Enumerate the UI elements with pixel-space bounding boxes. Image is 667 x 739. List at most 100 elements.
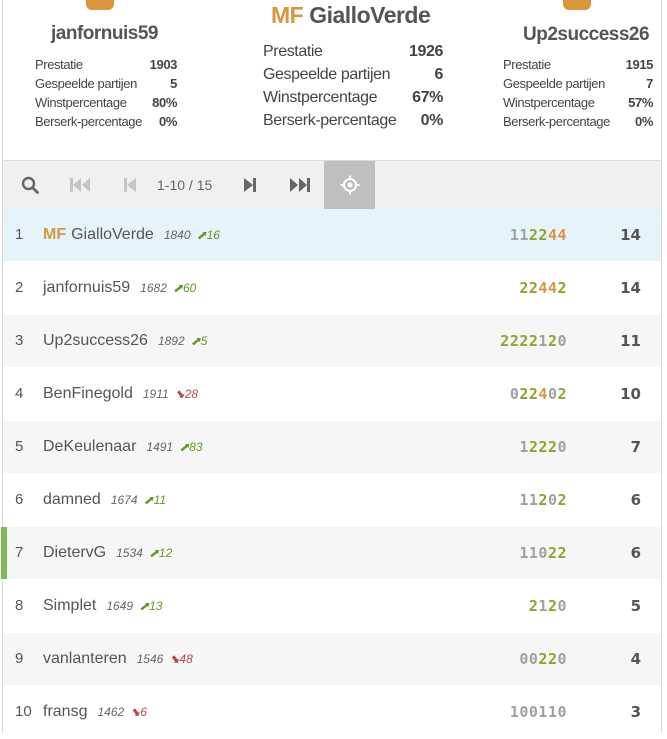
table-row[interactable]: 8 Simplet 1649 ⬈13 2120 5 [3, 580, 661, 633]
player-name[interactable]: DeKeulenaar [43, 438, 136, 455]
stat-label: Berserk-percentage [263, 112, 397, 129]
game-score[interactable]: 2 [538, 438, 548, 456]
table-row[interactable]: 7 DietervG 1534 ⬈12 11022 6 [1, 527, 661, 580]
game-score[interactable]: 1 [510, 226, 520, 244]
game-score[interactable]: 0 [510, 385, 520, 403]
game-score[interactable]: 1 [510, 703, 520, 721]
game-score[interactable]: 0 [519, 703, 529, 721]
game-score[interactable]: 2 [510, 332, 520, 350]
first-page-button[interactable] [63, 161, 97, 209]
game-score[interactable]: 2 [529, 279, 539, 297]
game-score[interactable]: 2 [519, 279, 529, 297]
rating-diff: 60 [182, 281, 197, 295]
player-name[interactable]: Simplet [43, 597, 96, 614]
player-name[interactable]: janfornuis59 [43, 279, 130, 296]
player-cell[interactable]: Up2success26 1892 ⬈5 [43, 315, 207, 367]
game-score[interactable]: 0 [538, 544, 548, 562]
next-page-button[interactable] [235, 161, 265, 209]
player-name[interactable]: fransg [43, 703, 87, 720]
table-row[interactable]: 1 MF GialloVerde 1840 ⬈16 112244 14 [3, 209, 661, 262]
game-score[interactable]: 0 [557, 332, 567, 350]
game-score[interactable]: 1 [529, 491, 539, 509]
game-score[interactable]: 2 [500, 332, 510, 350]
table-row[interactable]: 3 Up2success26 1892 ⬈5 2222120 11 [3, 315, 661, 368]
last-page-button[interactable] [283, 161, 317, 209]
game-score[interactable]: 2 [557, 544, 567, 562]
game-score[interactable]: 2 [538, 226, 548, 244]
table-row[interactable]: 5 DeKeulenaar 1491 ⬈83 12220 7 [3, 421, 661, 474]
player-cell[interactable]: MF GialloVerde 1840 ⬈16 [43, 209, 220, 261]
game-score[interactable]: 0 [519, 650, 529, 668]
game-score[interactable]: 2 [557, 491, 567, 509]
jump-to-me-button[interactable] [324, 161, 375, 209]
game-score[interactable]: 2 [538, 491, 548, 509]
table-row[interactable]: 4 BenFinegold 1911 ⬊28 022402 10 [3, 368, 661, 421]
game-score[interactable]: 1 [538, 597, 548, 615]
podium-third-name[interactable]: Up2success26 [523, 24, 650, 46]
player-cell[interactable]: vanlanteren 1546 ⬊48 [43, 633, 193, 685]
rating-change: ⬊28 [175, 387, 198, 401]
player-name[interactable]: vanlanteren [43, 650, 127, 667]
table-row[interactable]: 6 damned 1674 ⬈11 11202 6 [3, 474, 661, 527]
game-score[interactable]: 2 [557, 279, 567, 297]
game-score[interactable]: 1 [538, 332, 548, 350]
rank: 5 [15, 438, 24, 455]
game-score[interactable]: 1 [519, 544, 529, 562]
arrow-up-right-icon: ⬈ [172, 281, 183, 295]
game-score[interactable]: 0 [557, 438, 567, 456]
player-cell[interactable]: BenFinegold 1911 ⬊28 [43, 368, 198, 420]
rank: 6 [15, 491, 24, 508]
search-button[interactable] [13, 161, 47, 209]
score-sheet: 2120 [529, 580, 567, 632]
game-score[interactable]: 2 [519, 385, 529, 403]
game-score[interactable]: 1 [538, 703, 548, 721]
arrow-up-right-icon: ⬈ [190, 334, 201, 348]
game-score[interactable]: 1 [519, 226, 529, 244]
previous-page-button[interactable] [115, 161, 145, 209]
player-cell[interactable]: janfornuis59 1682 ⬈60 [43, 262, 196, 314]
game-score[interactable]: 0 [557, 597, 567, 615]
arrow-up-right-icon: ⬈ [143, 493, 154, 507]
game-score[interactable]: 2 [529, 332, 539, 350]
game-score[interactable]: 2 [529, 438, 539, 456]
podium-first-name[interactable]: MF GialloVerde [271, 2, 431, 29]
player-cell[interactable]: DeKeulenaar 1491 ⬈83 [43, 421, 203, 473]
game-score[interactable]: 0 [529, 703, 539, 721]
game-score[interactable]: 2 [529, 226, 539, 244]
player-cell[interactable]: DietervG 1534 ⬈12 [43, 527, 172, 579]
player-cell[interactable]: Simplet 1649 ⬈13 [43, 580, 162, 632]
game-score[interactable]: 2 [557, 385, 567, 403]
player-name[interactable]: BenFinegold [43, 385, 133, 402]
game-score[interactable]: 1 [519, 491, 529, 509]
stat-value: 6 [434, 66, 444, 83]
game-score[interactable]: 0 [557, 703, 567, 721]
game-score[interactable]: 0 [529, 650, 539, 668]
table-row[interactable]: 10 fransg 1462 ⬊6 100110 3 [3, 686, 661, 739]
podium-second-stats: Prestatie 1903 Gespeelde partijen 5 Winstp… [35, 55, 177, 131]
player-cell[interactable]: damned 1674 ⬈11 [43, 474, 166, 526]
game-score[interactable]: 4 [557, 226, 567, 244]
arrow-down-right-icon: ⬊ [130, 705, 141, 719]
crosshair-icon [340, 175, 359, 195]
game-score[interactable]: 1 [519, 438, 529, 456]
game-score[interactable]: 2 [538, 650, 548, 668]
game-score[interactable]: 4 [538, 385, 548, 403]
player-name[interactable]: GialloVerde [71, 226, 154, 243]
total-score: 5 [630, 597, 641, 615]
player-cell[interactable]: fransg 1462 ⬊6 [43, 686, 147, 738]
podium-second-name[interactable]: janfornuis59 [51, 23, 158, 45]
game-score[interactable]: 1 [529, 544, 539, 562]
game-score[interactable]: 2 [529, 597, 539, 615]
game-score[interactable]: 2 [519, 332, 529, 350]
player-name[interactable]: DietervG [43, 544, 106, 561]
table-row[interactable]: 9 vanlanteren 1546 ⬊48 00220 4 [3, 633, 661, 686]
arrow-down-right-icon: ⬊ [169, 652, 180, 666]
game-score[interactable]: 0 [557, 650, 567, 668]
score-sheet: 00220 [519, 633, 567, 685]
game-score[interactable]: 2 [529, 385, 539, 403]
player-name[interactable]: Up2success26 [43, 332, 148, 349]
player-name[interactable]: damned [43, 491, 101, 508]
table-row[interactable]: 2 janfornuis59 1682 ⬈60 22442 14 [3, 262, 661, 315]
game-score[interactable]: 4 [538, 279, 548, 297]
stat-value: 0% [635, 114, 653, 129]
